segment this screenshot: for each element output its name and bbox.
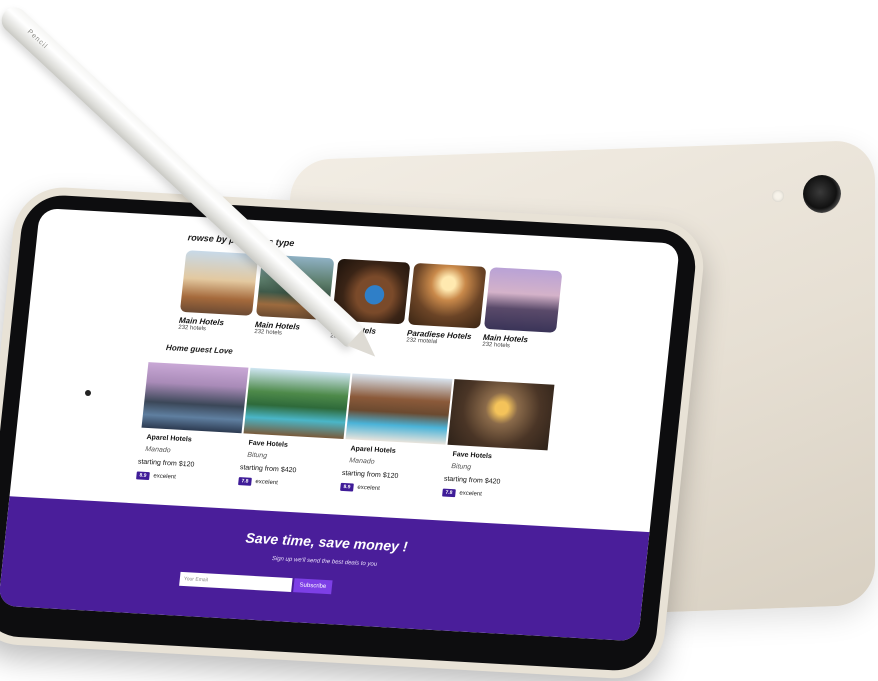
front-camera [85,390,91,396]
guest-card[interactable]: Aparel Hotels Manado starting from $120 … [136,362,249,485]
property-card[interactable]: Paradiese Hotels 232 motelal [406,262,487,348]
flash-light [772,190,784,202]
hotel-photo [345,373,453,445]
hotel-photo [447,379,555,451]
rating: 8.9 excelent [136,471,237,485]
guest-hotel-location: Manado [348,457,375,466]
score-badge: 8.9 [340,482,354,492]
hotel-photo [243,367,351,439]
guest-hotel-location: Bitung [246,451,268,460]
rating: 8.9 excelent [340,482,441,497]
rating: 7.8 excelent [442,488,543,503]
rating-label: excelent [357,484,381,492]
guest-hotel-price: starting from $420 [443,475,501,486]
guest-hotel-price: starting from $120 [137,458,195,469]
hotel-photo [141,362,249,434]
rating-label: excelent [255,479,279,487]
guest-hotel-name: Fave Hotels [248,439,289,449]
guest-hotel-location: Bitung [450,463,472,472]
guest-card[interactable]: Fave Hotels Bitung starting from $420 7.… [238,367,351,491]
guest-hotel-location: Manado [144,445,171,455]
guest-hotel-price: starting from $420 [239,464,297,475]
score-badge: 7.8 [442,488,456,498]
email-field[interactable]: Your Email [179,571,293,593]
guest-hotel-name: Aparel Hotels [350,445,397,455]
rear-camera [803,175,841,213]
subscribe-button[interactable]: Subscribe [293,578,333,595]
guest-hotel-name: Fave Hotels [452,451,493,461]
pencil-logo: Pencil [25,28,49,51]
score-badge: 8.9 [136,471,150,481]
property-card[interactable]: Main Hotels 232 hotels [178,250,259,335]
property-card[interactable]: Main Hotels 232 hotels [482,267,563,352]
rating: 7.8 excelent [238,477,339,491]
rating-label: excelent [459,490,483,498]
guest-card[interactable]: Fave Hotels Bitung starting from $420 7.… [442,379,555,503]
score-badge: 7.8 [238,477,252,486]
palm-resort-image [483,267,563,333]
lobby-image [407,262,487,329]
guest-card[interactable]: Aparel Hotels Manado starting from $120 … [340,373,453,497]
section-title-guests: Home guest Love [165,343,234,356]
rating-label: excelent [153,473,177,481]
guest-hotel-name: Aparel Hotels [146,433,193,444]
guest-hotel-price: starting from $120 [341,469,399,481]
resort-pool-image [179,250,259,316]
tablet-screen: rowse by properties type Main Hotels 232… [0,208,680,642]
